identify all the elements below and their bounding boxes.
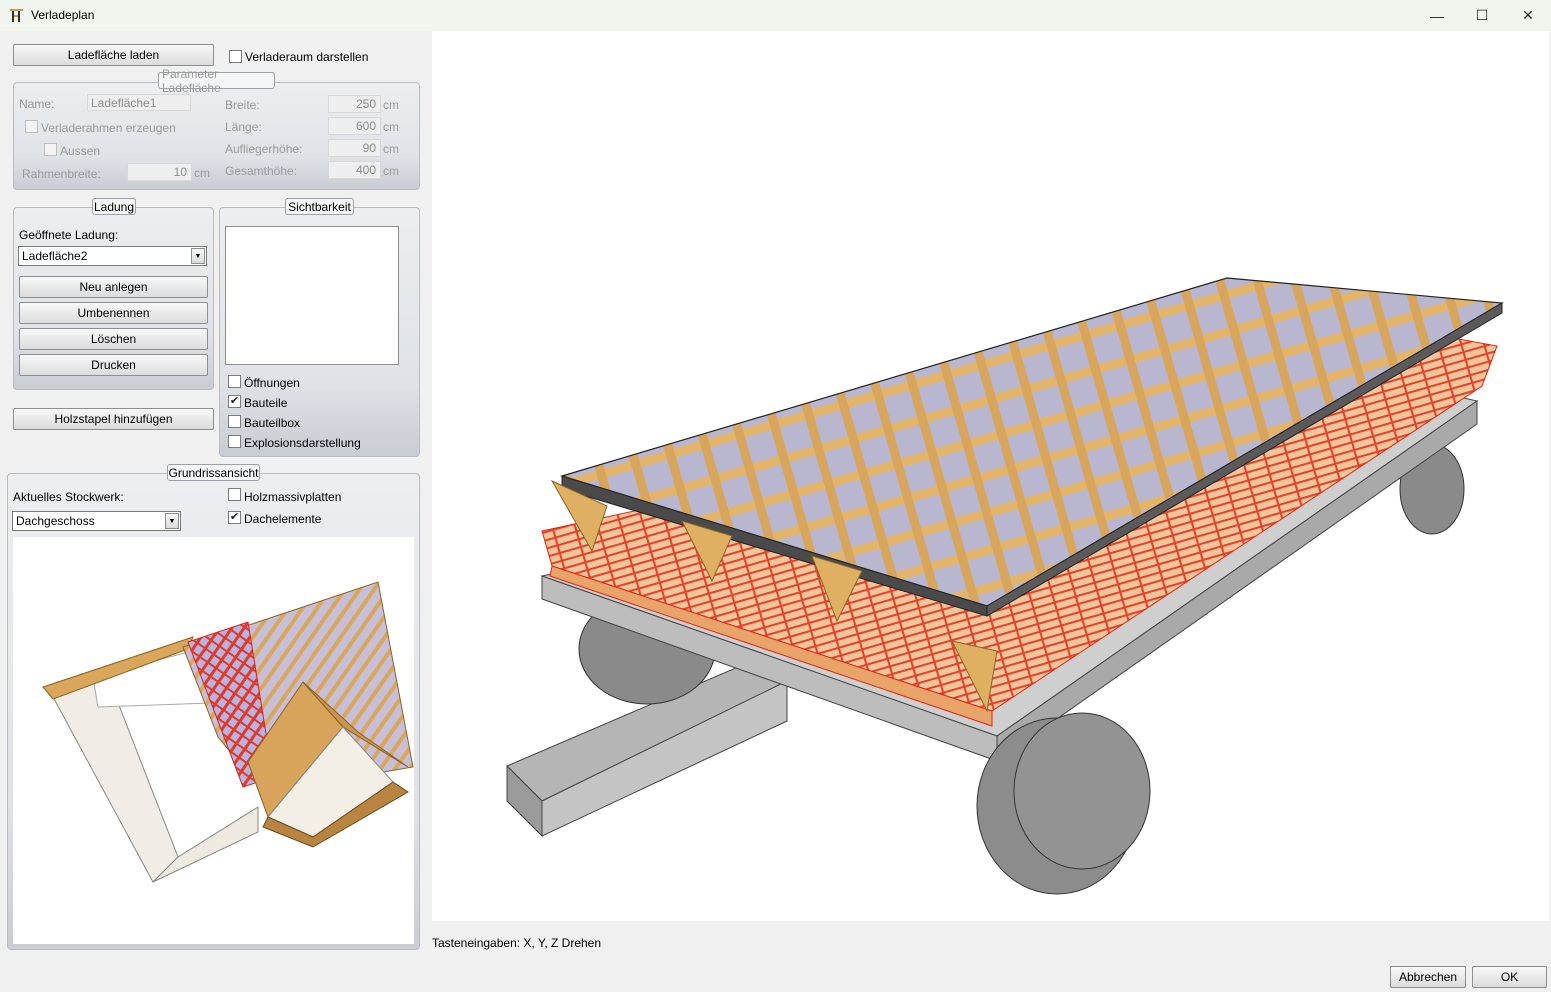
app-icon [9,7,25,23]
outside-checkbox[interactable] [44,143,57,156]
name-label: Name: [19,97,55,111]
partbox-checkbox[interactable] [228,415,241,428]
trailer-load-illustration [506,277,1504,895]
opened-load-select[interactable]: Ladefläche2 ▼ [18,246,207,266]
trailer-height-unit: cm [383,142,399,156]
width-field[interactable]: 250 [328,95,381,113]
roof-model-illustration [42,581,414,883]
total-height-unit: cm [383,164,399,178]
openings-label: Öffnungen [244,376,300,390]
status-text: Tasteneingaben: X, Y, Z Drehen [432,936,602,950]
storey-label: Aktuelles Stockwerk: [13,490,124,504]
create-frame-checkbox[interactable] [25,120,38,133]
explosion-checkbox[interactable] [228,435,241,448]
total-height-field[interactable]: 400 [328,161,381,179]
rename-load-button[interactable]: Umbenennen [19,302,208,324]
roof-elements-checkbox[interactable]: ✔ [228,511,241,524]
close-icon: ✕ [1522,7,1534,23]
load-legend: Ladung [92,198,136,215]
viewport-3d[interactable] [432,31,1549,921]
solid-wood-label: Holzmassivplatten [244,490,342,504]
opened-load-label: Geöffnete Ladung: [19,228,119,242]
create-frame-label: Verladerahmen erzeugen [41,121,176,135]
parts-label: Bauteile [244,396,288,410]
storey-value: Dachgeschoss [16,514,95,528]
new-load-button[interactable]: Neu anlegen [19,276,208,298]
delete-load-button[interactable]: Löschen [19,328,208,350]
parts-checkbox[interactable]: ✔ [228,395,241,408]
floorplan-preview[interactable] [13,537,414,944]
solid-wood-checkbox[interactable] [228,488,241,501]
maximize-icon: ☐ [1475,7,1489,23]
partbox-label: Bauteilbox [244,416,301,430]
window-title: Verladeplan [31,8,95,22]
length-field[interactable]: 600 [328,117,381,135]
roof-elements-label: Dachelemente [244,512,322,526]
length-unit: cm [383,120,399,134]
trailer-height-field[interactable]: 90 [328,139,381,157]
minimize-button[interactable]: — [1414,0,1460,31]
print-load-button[interactable]: Drucken [19,354,208,376]
name-field[interactable]: Ladefläche1 [87,94,191,111]
chevron-down-icon[interactable]: ▼ [165,513,179,529]
chevron-down-icon[interactable]: ▼ [191,248,205,264]
frame-width-field[interactable]: 10 [127,163,192,181]
opened-load-value: Ladefläche2 [22,249,88,263]
visibility-legend: Sichtbarkeit [285,198,354,215]
trailer-height-label: Aufliegerhöhe: [225,142,303,156]
cancel-button[interactable]: Abbrechen [1390,966,1466,988]
ok-button[interactable]: OK [1472,966,1547,988]
storey-select[interactable]: Dachgeschoss ▼ [12,511,181,531]
outside-label: Aussen [60,144,101,158]
openings-checkbox[interactable] [228,375,241,388]
add-woodstack-button[interactable]: Holzstapel hinzufügen [13,408,214,430]
width-label: Breite: [225,98,260,112]
frame-width-label: Rahmenbreite: [22,167,101,181]
params-legend: Parameter Ladefläche [158,67,275,95]
length-label: Länge: [225,120,262,134]
show-loading-space-checkbox[interactable] [229,50,242,63]
show-loading-space-label: Verladeraum darstellen [245,50,369,64]
width-unit: cm [383,98,399,112]
title-bar [0,0,1551,31]
explosion-label: Explosionsdarstellung [244,436,361,450]
maximize-button[interactable]: ☐ [1459,0,1505,31]
minimize-icon: — [1430,7,1444,24]
visibility-list[interactable] [225,226,399,365]
load-area-button[interactable]: Ladefläche laden [13,44,214,66]
floorplan-legend: Grundrissansicht [167,464,260,481]
close-button[interactable]: ✕ [1505,0,1551,31]
frame-width-unit: cm [194,166,210,180]
total-height-label: Gesamthöhe: [225,164,298,178]
